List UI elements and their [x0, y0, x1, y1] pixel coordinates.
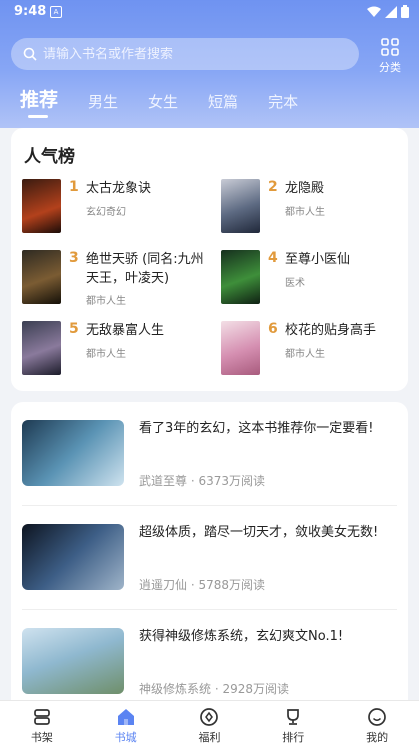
ranking-title: 人气榜: [24, 147, 75, 167]
nav-label: 书架: [30, 731, 53, 744]
tab-short[interactable]: 短篇: [208, 91, 238, 112]
book-cover: [22, 250, 61, 304]
feed-thumbnail: [22, 524, 124, 590]
smiley-icon: [368, 708, 386, 726]
nav-label: 福利: [198, 731, 221, 744]
battery-icon: [401, 5, 409, 18]
ranking-item[interactable]: 4 至尊小医仙 医术: [221, 250, 411, 310]
book-genre: 都市人生: [86, 349, 126, 360]
bottom-navigation: 书架 书城 福利 排行 我的: [0, 700, 419, 747]
book-title: 龙隐殿: [285, 181, 325, 196]
feed-title: 超级体质，踏尽一切天才，敛收美女无数!: [139, 525, 379, 540]
feed-title: 获得神级修炼系统，玄幻爽文No.1!: [139, 629, 344, 644]
rank-number: 6: [268, 321, 278, 337]
coin-icon: [200, 708, 219, 726]
category-label: 分类: [379, 61, 401, 74]
search-bar[interactable]: [11, 38, 359, 70]
book-cover: [22, 321, 61, 375]
trophy-icon: [287, 709, 300, 725]
bookshelf-icon: [34, 709, 50, 725]
ranking-item[interactable]: 6 校花的贴身高手 都市人生: [221, 321, 411, 381]
grid-icon: [381, 38, 399, 56]
signal-icon: [385, 5, 397, 18]
wifi-icon: [367, 6, 381, 17]
book-cover: [221, 179, 260, 233]
ranking-item[interactable]: 2 龙隐殿 都市人生: [221, 179, 411, 239]
feed-read-count: 2928万阅读: [222, 682, 290, 696]
feed-title: 看了3年的玄幻，这本书推荐你一定要看!: [139, 421, 374, 436]
book-cover: [22, 179, 61, 233]
ranking-item[interactable]: 5 无敌暴富人生 都市人生: [22, 321, 212, 381]
book-cover: [221, 321, 260, 375]
nav-bookstore[interactable]: 书城: [84, 701, 168, 747]
feed-meta: 逍遥刀仙 · 5788万阅读: [139, 576, 265, 593]
ranking-item[interactable]: 1 太古龙象诀 玄幻奇幻: [22, 179, 212, 239]
feed-thumbnail: [22, 420, 124, 486]
search-icon: [23, 47, 37, 61]
book-genre: 医术: [285, 278, 305, 289]
home-icon: [117, 709, 134, 725]
meta-separator: ·: [190, 578, 195, 592]
book-genre: 都市人生: [285, 349, 325, 360]
nav-welfare[interactable]: 福利: [168, 701, 252, 747]
tab-male[interactable]: 男生: [88, 91, 118, 112]
sim-icon: A: [50, 6, 62, 18]
tab-completed[interactable]: 完本: [268, 91, 298, 112]
book-title: 校花的贴身高手: [285, 323, 377, 338]
nav-bookshelf[interactable]: 书架: [0, 701, 84, 747]
nav-label: 书城: [114, 731, 137, 744]
book-title: 绝世天骄 (同名:九州天王，叶凌天): [86, 252, 204, 286]
feed-item[interactable]: 获得神级修炼系统，玄幻爽文No.1! 神级修炼系统 · 2928万阅读: [11, 610, 408, 712]
category-button[interactable]: 分类: [372, 38, 408, 75]
tab-recommend[interactable]: 推荐: [20, 85, 58, 118]
recommendation-feed: 看了3年的玄幻，这本书推荐你一定要看! 武道至尊 · 6373万阅读 超级体质，…: [11, 402, 408, 712]
nav-label: 排行: [282, 731, 305, 744]
rank-number: 3: [69, 250, 79, 266]
book-title: 无敌暴富人生: [86, 323, 165, 338]
book-genre: 都市人生: [86, 296, 126, 307]
nav-label: 我的: [366, 731, 389, 744]
feed-thumbnail: [22, 628, 124, 694]
book-title: 至尊小医仙: [285, 252, 351, 267]
feed-book-name: 武道至尊: [139, 474, 188, 488]
feed-book-name: 逍遥刀仙: [139, 578, 188, 592]
book-genre: 玄幻奇幻: [86, 207, 126, 218]
status-bar: 9:48 A: [0, 0, 419, 24]
popularity-ranking-card: 人气榜 1 太古龙象诀 玄幻奇幻 2 龙隐殿 都市人生 3 绝世天骄 (同名:九…: [11, 128, 408, 391]
feed-read-count: 6373万阅读: [198, 474, 266, 488]
feed-meta: 神级修炼系统 · 2928万阅读: [139, 680, 289, 697]
nav-ranking[interactable]: 排行: [251, 701, 335, 747]
rank-number: 2: [268, 179, 278, 195]
rank-number: 4: [268, 250, 278, 266]
rank-number: 5: [69, 321, 79, 337]
status-time: 9:48: [14, 4, 47, 19]
book-genre: 都市人生: [285, 207, 325, 218]
book-title: 太古龙象诀: [86, 181, 152, 196]
search-input[interactable]: [43, 46, 323, 62]
category-tabs: 推荐 男生 女生 短篇 完本: [20, 84, 328, 118]
feed-item[interactable]: 看了3年的玄幻，这本书推荐你一定要看! 武道至尊 · 6373万阅读: [11, 402, 408, 506]
feed-item[interactable]: 超级体质，踏尽一切天才，敛收美女无数! 逍遥刀仙 · 5788万阅读: [11, 506, 408, 610]
tab-female[interactable]: 女生: [148, 91, 178, 112]
rank-number: 1: [69, 179, 79, 195]
nav-profile[interactable]: 我的: [335, 701, 419, 747]
ranking-item[interactable]: 3 绝世天骄 (同名:九州天王，叶凌天) 都市人生: [22, 250, 212, 310]
book-cover: [221, 250, 260, 304]
feed-read-count: 5788万阅读: [198, 578, 266, 592]
feed-meta: 武道至尊 · 6373万阅读: [139, 472, 265, 489]
feed-book-name: 神级修炼系统: [139, 682, 212, 696]
meta-separator: ·: [190, 474, 195, 488]
meta-separator: ·: [214, 682, 219, 696]
